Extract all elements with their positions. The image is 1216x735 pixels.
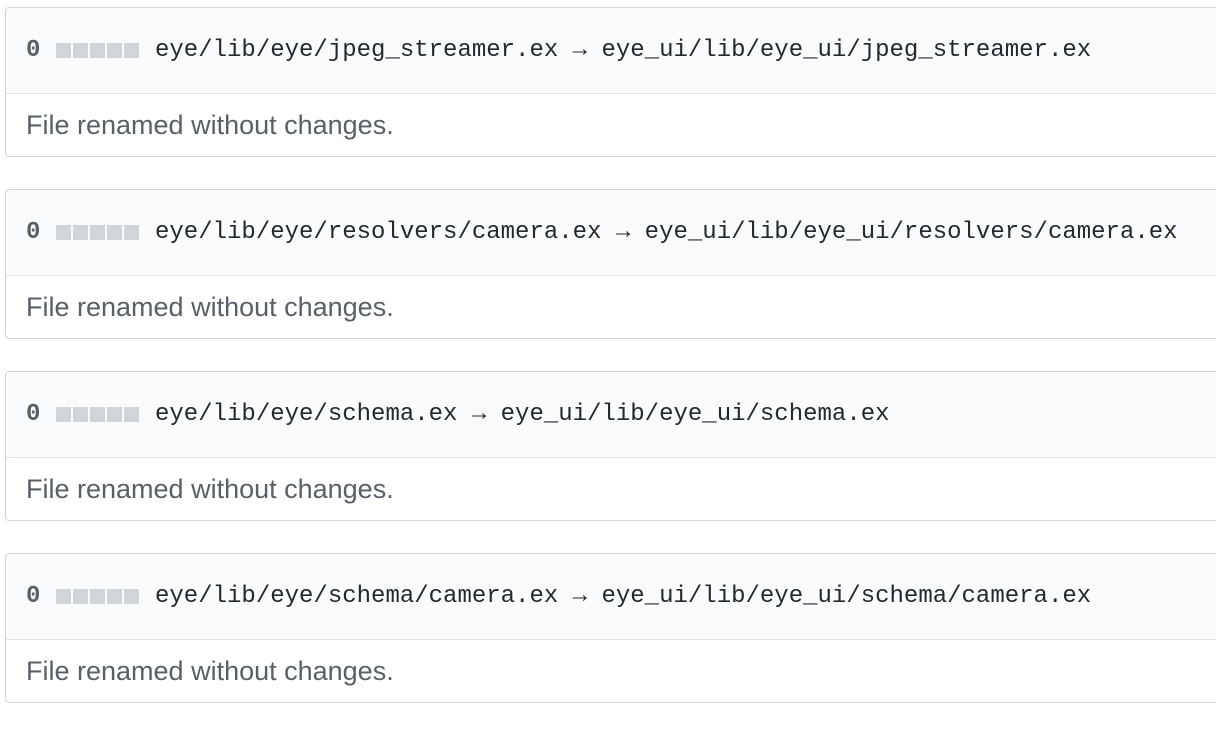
diffstat bbox=[56, 589, 139, 604]
file-message: File renamed without changes. bbox=[26, 291, 394, 322]
file-list: 0 eye/lib/eye/jpeg_streamer.ex → eye_ui/… bbox=[5, 7, 1216, 735]
diffstat bbox=[56, 43, 139, 58]
diffstat-block bbox=[73, 225, 88, 240]
file-path-link[interactable]: eye/lib/eye/resolvers/camera.ex → eye_ui… bbox=[155, 219, 1178, 246]
diffstat-block bbox=[56, 43, 71, 58]
diffstat-block bbox=[107, 589, 122, 604]
diff-count: 0 bbox=[26, 401, 41, 428]
diffstat-block bbox=[124, 407, 139, 422]
file-message: File renamed without changes. bbox=[26, 473, 394, 504]
diffstat-block bbox=[90, 43, 105, 58]
diffstat-block bbox=[90, 589, 105, 604]
file-diff: 0 eye/lib/eye/resolvers/camera.ex → eye_… bbox=[5, 189, 1216, 339]
file-path-link[interactable]: eye/lib/eye/schema.ex → eye_ui/lib/eye_u… bbox=[155, 401, 890, 428]
diffstat-block bbox=[73, 407, 88, 422]
file-header: 0 eye/lib/eye/schema.ex → eye_ui/lib/eye… bbox=[6, 372, 1216, 458]
file-diff: 0 eye/lib/eye/schema/camera.ex → eye_ui/… bbox=[5, 553, 1216, 703]
diffstat bbox=[56, 225, 139, 240]
diffstat-block bbox=[107, 225, 122, 240]
diffstat-block bbox=[107, 407, 122, 422]
diffstat bbox=[56, 407, 139, 422]
file-path-link[interactable]: eye/lib/eye/jpeg_streamer.ex → eye_ui/li… bbox=[155, 37, 1091, 64]
diff-count: 0 bbox=[26, 583, 41, 610]
diffstat-block bbox=[90, 225, 105, 240]
diffstat-block bbox=[56, 225, 71, 240]
diffstat-block bbox=[107, 43, 122, 58]
diffstat-block bbox=[73, 43, 88, 58]
diff-count: 0 bbox=[26, 37, 41, 64]
diffstat-block bbox=[124, 589, 139, 604]
diffstat-block bbox=[90, 407, 105, 422]
file-header: 0 eye/lib/eye/schema/camera.ex → eye_ui/… bbox=[6, 554, 1216, 640]
file-path-link[interactable]: eye/lib/eye/schema/camera.ex → eye_ui/li… bbox=[155, 583, 1091, 610]
diffstat-block bbox=[56, 407, 71, 422]
file-diff: 0 eye/lib/eye/jpeg_streamer.ex → eye_ui/… bbox=[5, 7, 1216, 157]
diffstat-block bbox=[56, 589, 71, 604]
diffstat-block bbox=[73, 589, 88, 604]
diffstat-block bbox=[124, 43, 139, 58]
file-message: File renamed without changes. bbox=[26, 109, 394, 140]
diffstat-block bbox=[124, 225, 139, 240]
file-header: 0 eye/lib/eye/resolvers/camera.ex → eye_… bbox=[6, 190, 1216, 276]
file-message: File renamed without changes. bbox=[26, 655, 394, 686]
diff-count: 0 bbox=[26, 219, 41, 246]
file-header: 0 eye/lib/eye/jpeg_streamer.ex → eye_ui/… bbox=[6, 8, 1216, 94]
file-diff: 0 eye/lib/eye/schema.ex → eye_ui/lib/eye… bbox=[5, 371, 1216, 521]
